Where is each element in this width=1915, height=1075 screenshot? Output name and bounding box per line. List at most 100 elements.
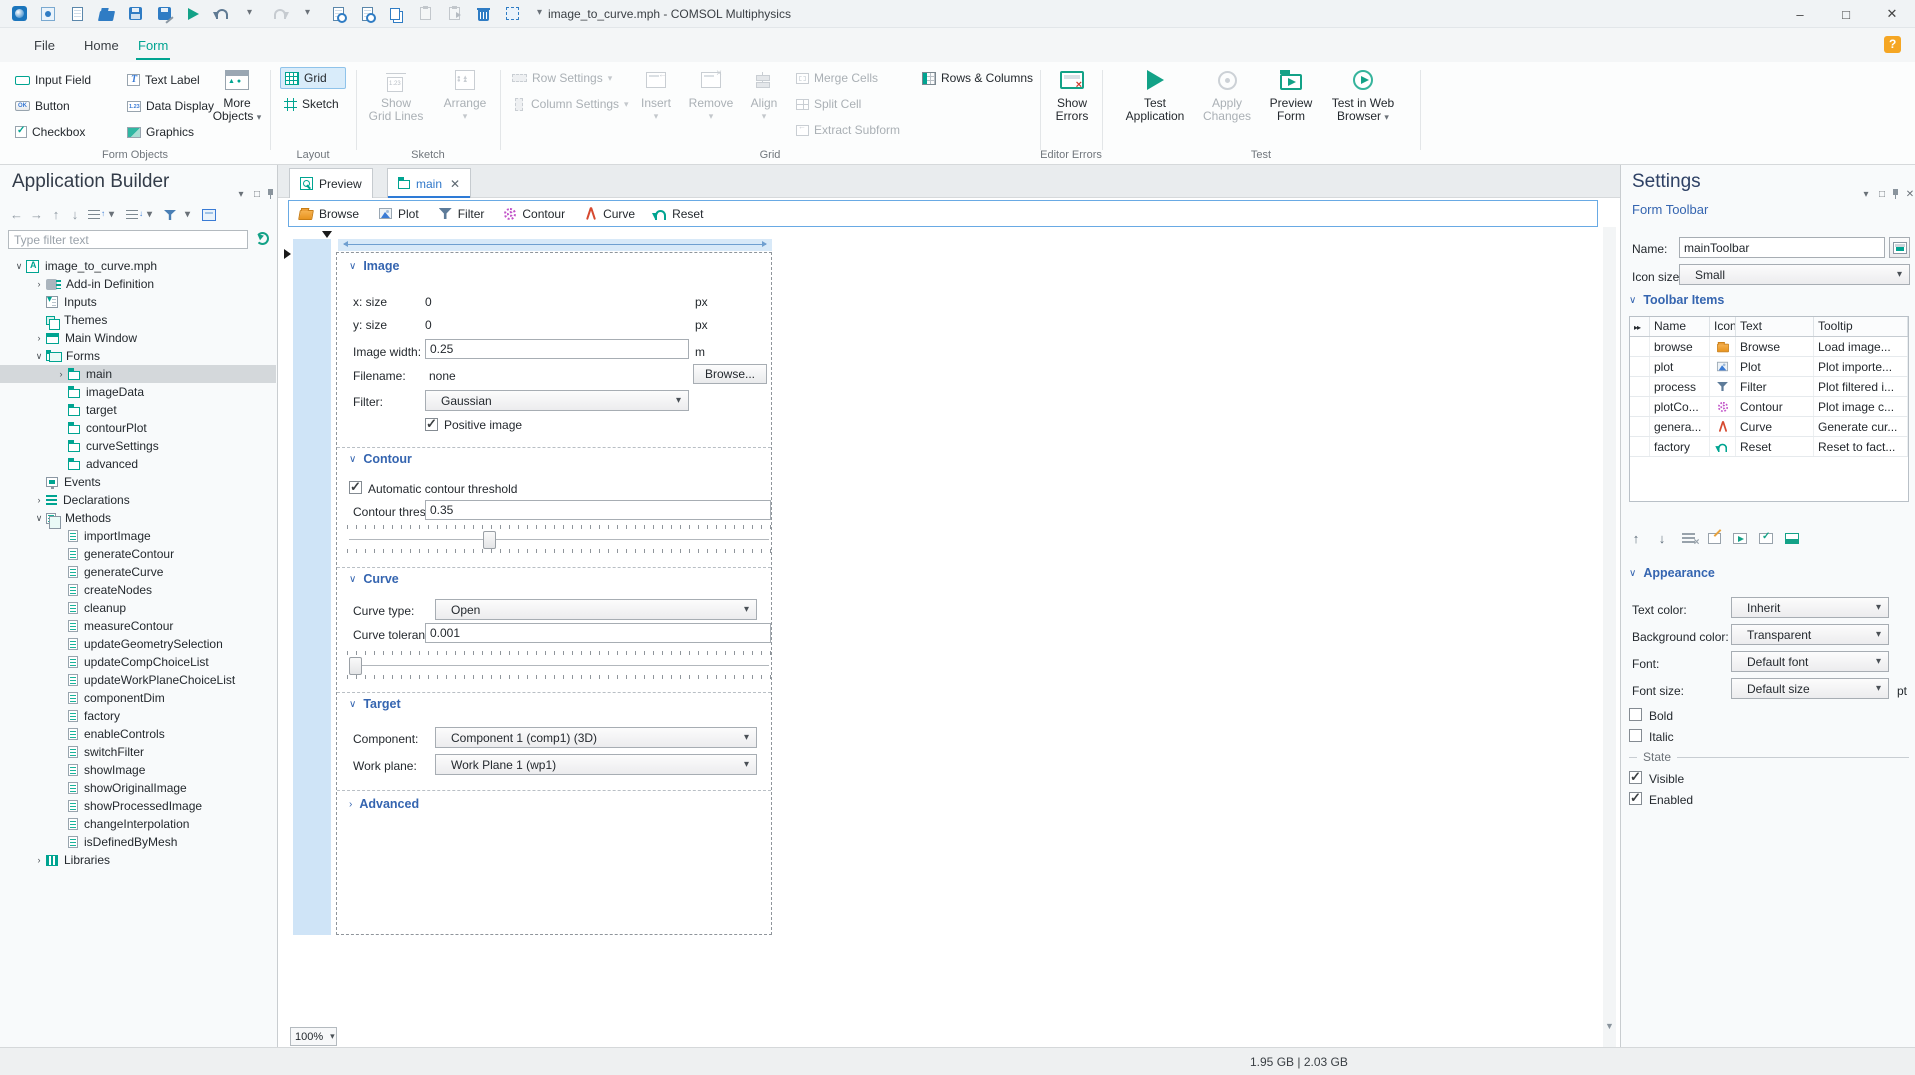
tree-item[interactable]: cleanup — [0, 599, 276, 617]
arrange-button[interactable]: Arrange ▾ — [434, 66, 496, 123]
tree-item[interactable]: › Add-in Definition — [0, 275, 276, 293]
tree-expander[interactable]: › — [32, 855, 46, 865]
curve-slider-thumb[interactable] — [349, 657, 362, 675]
pin-icon[interactable] — [1889, 187, 1903, 201]
tree-filter-input[interactable] — [8, 230, 248, 249]
form-canvas[interactable]: ∨ Image x: size 0 px y: size 0 px Image w… — [336, 252, 772, 935]
tree-item[interactable]: target — [0, 401, 276, 419]
icon-size-dropdown[interactable]: Small — [1679, 264, 1910, 285]
form-toolbar-item[interactable]: Contour — [504, 207, 565, 221]
apply-changes-button[interactable]: Apply Changes — [1196, 66, 1258, 123]
tree-item[interactable]: createNodes — [0, 581, 276, 599]
table-row[interactable]: factory Reset Reset to fact... — [1630, 437, 1908, 457]
table-row[interactable]: genera... Curve Generate cur... — [1630, 417, 1908, 437]
tab-form[interactable]: Form — [132, 28, 174, 62]
test-web-browser-button[interactable]: Test in Web Browser ▾ — [1324, 66, 1402, 124]
image-width-input[interactable] — [425, 339, 689, 359]
table-row[interactable]: plot Plot Plot importe... — [1630, 357, 1908, 377]
minimize-button[interactable]: – — [1777, 0, 1823, 28]
tree-item[interactable]: › Main Window — [0, 329, 276, 347]
tree-item[interactable]: updateGeometrySelection — [0, 635, 276, 653]
tree-item[interactable]: updateWorkPlaneChoiceList — [0, 671, 276, 689]
edit-name-button[interactable] — [1889, 237, 1910, 258]
tree-item[interactable]: ∨ image_to_curve.mph — [0, 257, 276, 275]
maximize-button[interactable]: □ — [1823, 0, 1869, 28]
section-advanced[interactable]: › Advanced — [349, 797, 419, 811]
tree-item[interactable]: showProcessedImage — [0, 797, 276, 815]
curve-tolerance-input[interactable] — [425, 623, 771, 643]
close-button[interactable]: ✕ — [1869, 0, 1915, 28]
refresh-icon[interactable] — [256, 232, 269, 245]
italic-checkbox[interactable] — [1629, 729, 1642, 742]
tree-item[interactable]: changeInterpolation — [0, 815, 276, 833]
tree-item[interactable]: › Libraries — [0, 851, 276, 869]
rows-columns-button[interactable]: Rows & Columns — [918, 67, 1037, 89]
filter-dropdown[interactable]: Gaussian — [425, 390, 689, 411]
grid-mode-button[interactable]: Grid — [280, 67, 346, 89]
sketch-mode-button[interactable]: Sketch — [280, 93, 350, 115]
tab-file[interactable]: File — [28, 28, 61, 62]
grid-margin-column[interactable] — [293, 239, 331, 935]
tree-expander[interactable]: › — [32, 279, 46, 289]
font-dropdown[interactable]: Default font — [1731, 651, 1889, 672]
close-panel-icon[interactable]: ✕ — [1903, 187, 1915, 201]
insert-button[interactable]: Insert ▾ — [632, 66, 680, 123]
test-application-button[interactable]: Test Application — [1118, 66, 1192, 123]
name-input[interactable] — [1679, 237, 1885, 258]
tab-close-icon[interactable]: ✕ — [450, 177, 460, 191]
tree-expander[interactable]: › — [32, 333, 46, 343]
toolbar-items-table[interactable]: ▸▸ Name Icon Text Tooltip browse Browse … — [1629, 316, 1909, 502]
panel-menu-icon[interactable]: ▾ — [234, 187, 248, 201]
tree-expander[interactable]: ∨ — [32, 351, 46, 362]
show-grid-lines-button[interactable]: Show Grid Lines — [362, 66, 430, 123]
float-icon[interactable]: □ — [1875, 187, 1889, 201]
component-dropdown[interactable]: Component 1 (comp1) (3D) — [435, 727, 757, 748]
section-appearance[interactable]: ∨ Appearance — [1629, 566, 1715, 580]
preview-form-button[interactable]: Preview Form — [1262, 66, 1320, 123]
show-errors-button[interactable]: Show Errors — [1044, 66, 1100, 123]
tree-item[interactable]: factory — [0, 707, 276, 725]
row-settings-button[interactable]: Row Settings ▾ — [508, 67, 616, 89]
more-objects-button[interactable]: More Objects ▾ — [208, 66, 266, 124]
text-color-dropdown[interactable]: Inherit — [1731, 597, 1889, 618]
form-object-button[interactable]: Checkbox — [12, 121, 124, 143]
form-toolbar-item[interactable]: Filter — [438, 207, 484, 221]
table-row[interactable]: plotCo... Contour Plot image c... — [1630, 397, 1908, 417]
tree-item[interactable]: Events — [0, 473, 276, 491]
form-object-button[interactable]: Button — [12, 95, 124, 117]
browse-file-button[interactable]: Browse... — [693, 364, 767, 384]
tree-item[interactable]: imageData — [0, 383, 276, 401]
bold-checkbox[interactable] — [1629, 708, 1642, 721]
extract-subform-button[interactable]: Extract Subform — [792, 119, 904, 141]
tree-item[interactable]: generateCurve — [0, 563, 276, 581]
tree-expander[interactable]: ∨ — [32, 513, 46, 524]
form-object-button[interactable]: Graphics — [124, 121, 236, 143]
editor-scrollbar[interactable]: ▼ — [1603, 227, 1616, 1047]
curve-tolerance-slider[interactable] — [349, 665, 769, 666]
positive-image-checkbox[interactable] — [425, 416, 438, 432]
align-button[interactable]: Align ▾ — [742, 66, 786, 123]
tree-item[interactable]: switchFilter — [0, 743, 276, 761]
section-curve[interactable]: ∨ Curve — [349, 572, 399, 586]
grid-size-row[interactable] — [338, 239, 772, 251]
help-icon[interactable] — [1884, 36, 1901, 53]
contour-threshold-input[interactable] — [425, 500, 771, 520]
tree-expander[interactable]: › — [54, 369, 68, 379]
tree-item[interactable]: ∨ Methods — [0, 509, 276, 529]
tree-item[interactable]: showOriginalImage — [0, 779, 276, 797]
font-size-dropdown[interactable]: Default size — [1731, 678, 1889, 699]
tree-item[interactable]: generateContour — [0, 545, 276, 563]
float-icon[interactable]: □ — [250, 187, 264, 201]
enabled-checkbox[interactable] — [1629, 790, 1642, 806]
row-marker-icon[interactable] — [284, 249, 291, 259]
tree-item[interactable]: showImage — [0, 761, 276, 779]
zoom-dropdown-icon[interactable]: ▾ — [327, 1031, 338, 1042]
tab-main[interactable]: main ✕ — [387, 168, 472, 198]
form-toolbar-object[interactable]: Browse Plot Filter Contour Curve Reset — [288, 200, 1598, 227]
tab-preview[interactable]: Preview — [289, 168, 373, 198]
section-toolbar-items[interactable]: ∨ Toolbar Items — [1629, 293, 1724, 307]
work-plane-dropdown[interactable]: Work Plane 1 (wp1) — [435, 754, 757, 775]
tree-expander[interactable]: ∨ — [12, 261, 26, 272]
form-toolbar-item[interactable]: Curve — [585, 207, 635, 221]
tree-item[interactable]: › main — [0, 365, 276, 383]
